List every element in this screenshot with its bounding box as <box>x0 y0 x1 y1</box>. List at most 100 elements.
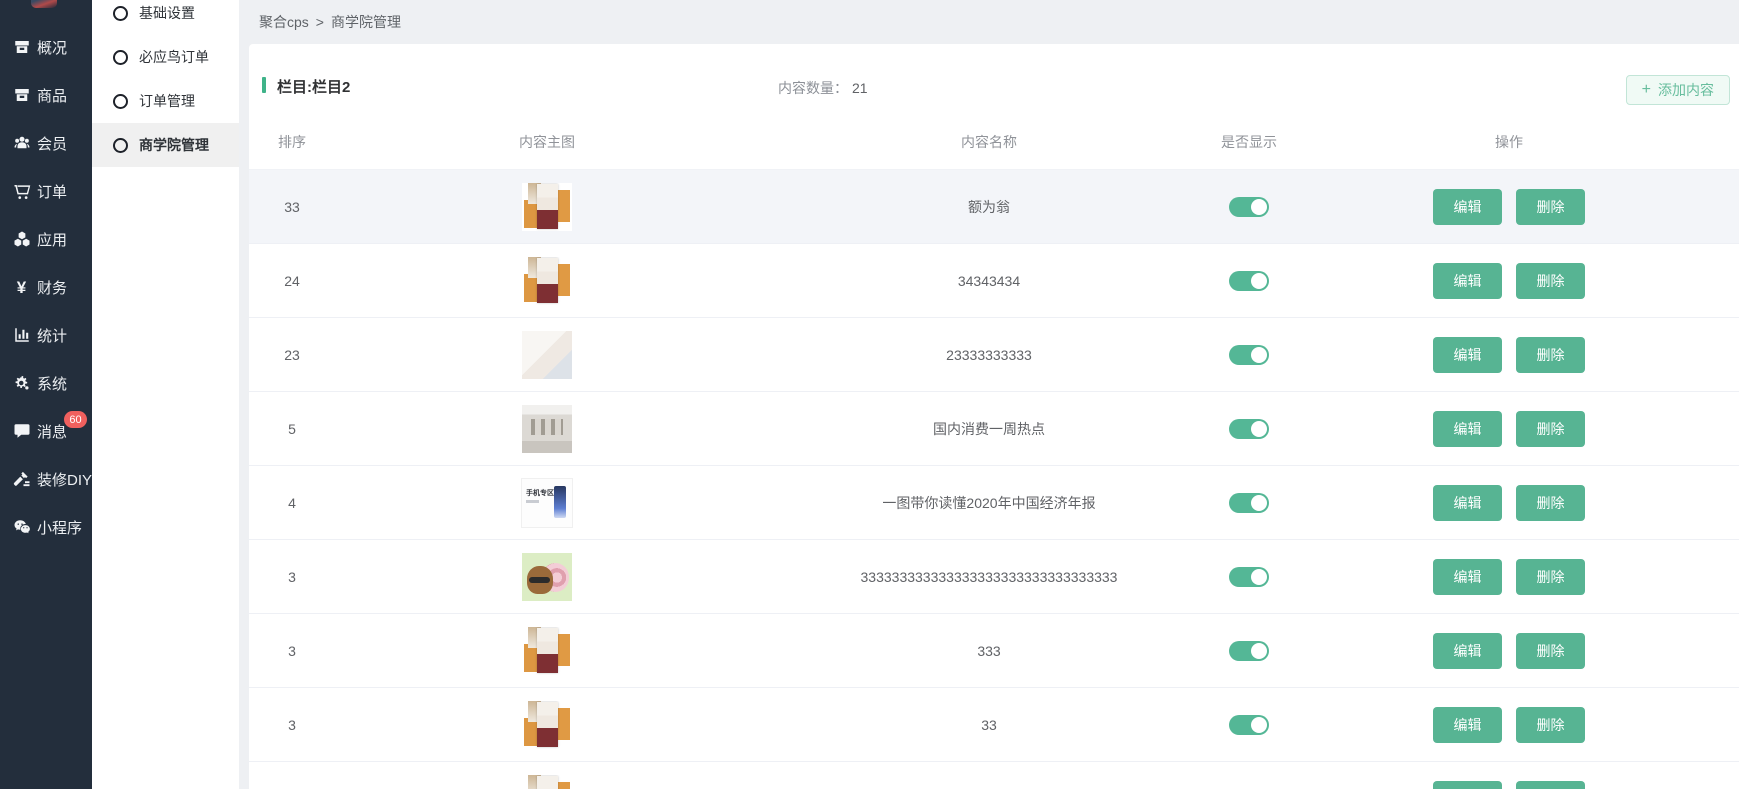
sidebar-item-订单[interactable]: 订单 <box>0 167 92 215</box>
actions-cell: 编辑删除 <box>1279 466 1739 539</box>
visibility-toggle[interactable] <box>1229 715 1269 735</box>
sort-value: 4 <box>249 466 335 539</box>
delete-button[interactable]: 删除 <box>1516 189 1585 225</box>
sidebar-item-财务[interactable]: ¥财务 <box>0 263 92 311</box>
column-header-actions: 操作 <box>1279 114 1739 169</box>
sidebar-item-label: 消息 <box>37 421 67 442</box>
visibility-toggle[interactable] <box>1229 197 1269 217</box>
actions-cell: 编辑删除 <box>1279 244 1739 317</box>
actions-cell: 编辑删除 <box>1279 170 1739 243</box>
avatar[interactable] <box>31 0 57 8</box>
actions-cell: 编辑删除 <box>1279 318 1739 391</box>
visibility-toggle[interactable] <box>1229 271 1269 291</box>
sidebar-item-会员[interactable]: 会员 <box>0 119 92 167</box>
submenu-item-订单管理[interactable]: 订单管理 <box>92 79 239 123</box>
delete-button[interactable]: 删除 <box>1516 485 1585 521</box>
visibility-cell <box>1219 170 1279 243</box>
visibility-toggle[interactable] <box>1229 567 1269 587</box>
edit-button[interactable]: 编辑 <box>1433 559 1502 595</box>
delete-button[interactable]: 删除 <box>1516 707 1585 743</box>
visibility-toggle[interactable] <box>1229 493 1269 513</box>
content-thumbnail[interactable]: 手机专区 <box>521 478 573 528</box>
main-content: 聚合cps > 商学院管理 栏目:栏目2 内容数量：21 + 添加内容 排序 内… <box>239 0 1739 789</box>
sidebar-item-label: 订单 <box>37 181 67 202</box>
table-row: 5国内消费一周热点编辑删除 <box>249 392 1739 466</box>
table-header-row: 排序 内容主图 内容名称 是否显示 操作 <box>249 114 1739 170</box>
submenu-item-商学院管理[interactable]: 商学院管理 <box>92 123 239 167</box>
content-thumbnail[interactable] <box>522 183 572 231</box>
content-count: 内容数量：21 <box>778 78 868 98</box>
delete-button[interactable]: 删除 <box>1516 559 1585 595</box>
visibility-cell <box>1219 540 1279 613</box>
visibility-cell <box>1219 466 1279 539</box>
sidebar-item-概况[interactable]: 概况 <box>0 23 92 71</box>
edit-button[interactable]: 编辑 <box>1433 485 1502 521</box>
toggle-knob <box>1251 199 1267 215</box>
table-row: 333编辑删除 <box>249 688 1739 762</box>
sidebar-item-小程序[interactable]: 小程序 <box>0 503 92 551</box>
delete-button[interactable]: 删除 <box>1516 781 1585 789</box>
card-header: 栏目:栏目2 内容数量：21 + 添加内容 <box>249 44 1739 114</box>
edit-button[interactable]: 编辑 <box>1433 337 1502 373</box>
breadcrumb-separator: > <box>316 14 324 30</box>
toggle-knob <box>1251 273 1267 289</box>
visibility-toggle[interactable] <box>1229 641 1269 661</box>
submenu-item-基础设置[interactable]: 基础设置 <box>92 0 239 35</box>
sidebar-item-装修DIY[interactable]: 装修DIY <box>0 455 92 503</box>
breadcrumb-item-current: 商学院管理 <box>331 12 401 32</box>
content-name: 额为翁 <box>759 170 1219 243</box>
sidebar-item-商品[interactable]: 商品 <box>0 71 92 119</box>
visibility-toggle[interactable] <box>1229 345 1269 365</box>
sidebar-item-消息[interactable]: 消息60 <box>0 407 92 455</box>
edit-button[interactable]: 编辑 <box>1433 189 1502 225</box>
edit-button[interactable]: 编辑 <box>1433 411 1502 447</box>
content-thumbnail[interactable] <box>522 405 572 453</box>
thumbnail-cell <box>335 614 759 687</box>
content-thumbnail[interactable] <box>522 627 572 675</box>
content-thumbnail[interactable] <box>522 701 572 749</box>
content-name: 33 <box>759 762 1219 789</box>
content-name: 34343434 <box>759 244 1219 317</box>
submenu-item-label: 商学院管理 <box>139 135 209 155</box>
visibility-toggle[interactable] <box>1229 419 1269 439</box>
content-thumbnail[interactable] <box>522 553 572 601</box>
submenu-item-label: 必应鸟订单 <box>139 47 209 67</box>
toggle-knob <box>1251 421 1267 437</box>
delete-button[interactable]: 删除 <box>1516 337 1585 373</box>
delete-button[interactable]: 删除 <box>1516 633 1585 669</box>
toggle-knob <box>1251 643 1267 659</box>
submenu-item-label: 基础设置 <box>139 3 195 23</box>
content-thumbnail[interactable] <box>522 257 572 305</box>
table-body: 33额为翁编辑删除2434343434编辑删除2323333333333编辑删除… <box>249 170 1739 789</box>
column-header-visibility: 是否显示 <box>1219 114 1279 169</box>
diy-hammer-icon <box>12 470 31 489</box>
table-row: 3333333333333333333333333333333333编辑删除 <box>249 540 1739 614</box>
delete-button[interactable]: 删除 <box>1516 263 1585 299</box>
sidebar-item-系统[interactable]: 系统 <box>0 359 92 407</box>
submenu-item-必应鸟订单[interactable]: 必应鸟订单 <box>92 35 239 79</box>
edit-button[interactable]: 编辑 <box>1433 263 1502 299</box>
orders-cart-icon <box>12 182 31 201</box>
sidebar-item-应用[interactable]: 应用 <box>0 215 92 263</box>
column-header-sort: 排序 <box>249 114 335 169</box>
edit-button[interactable]: 编辑 <box>1433 633 1502 669</box>
sidebar-item-统计[interactable]: 统计 <box>0 311 92 359</box>
edit-button[interactable]: 编辑 <box>1433 781 1502 789</box>
message-count-badge: 60 <box>64 411 87 428</box>
sort-value: 5 <box>249 392 335 465</box>
content-thumbnail[interactable] <box>522 331 572 379</box>
sidebar-item-label: 商品 <box>37 85 67 106</box>
breadcrumb-item-parent[interactable]: 聚合cps <box>259 12 309 32</box>
visibility-cell <box>1219 688 1279 761</box>
content-count-label: 内容数量： <box>778 80 848 96</box>
content-card: 栏目:栏目2 内容数量：21 + 添加内容 排序 内容主图 内容名称 是否显示 … <box>249 44 1739 789</box>
edit-button[interactable]: 编辑 <box>1433 707 1502 743</box>
content-thumbnail[interactable] <box>522 775 572 789</box>
table-row: 2323333333333编辑删除 <box>249 318 1739 392</box>
radio-circle-icon <box>113 6 128 21</box>
actions-cell: 编辑删除 <box>1279 540 1739 613</box>
add-content-button[interactable]: + 添加内容 <box>1626 75 1730 105</box>
delete-button[interactable]: 删除 <box>1516 411 1585 447</box>
thumbnail-cell <box>335 762 759 789</box>
miniprogram-wechat-icon <box>12 518 31 537</box>
